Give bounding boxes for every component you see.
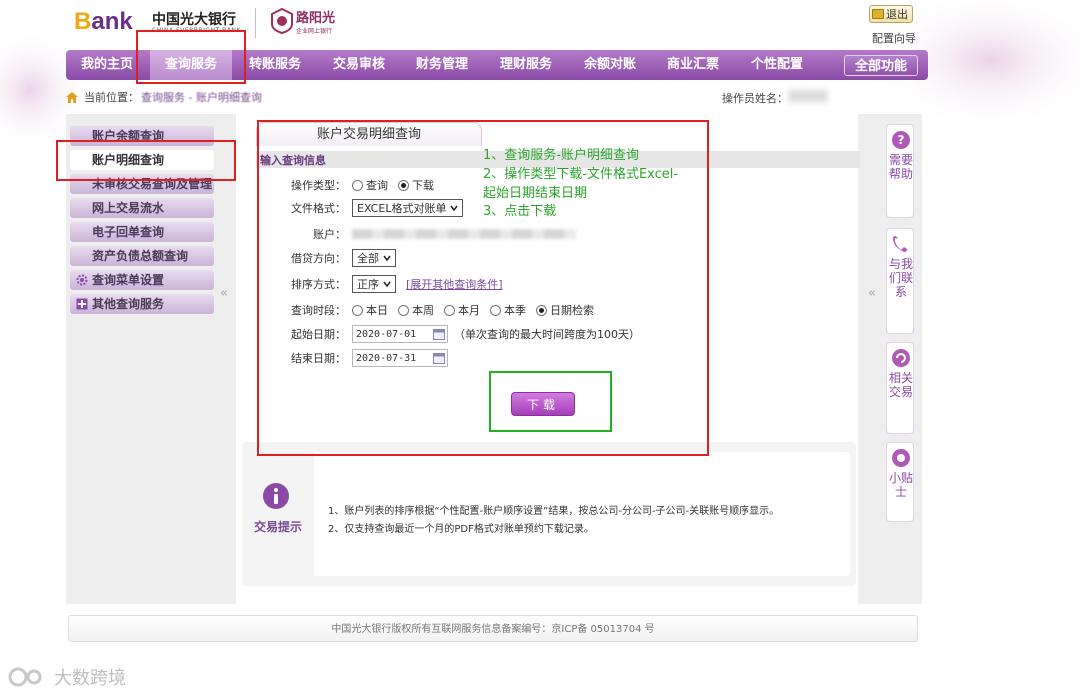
annotation-step-1: 1、查询服务-账户明细查询 [483,148,639,163]
tip-line-2: 2、仅支持查询最近一个月的PDF格式对账单预约下载记录。 [328,524,594,535]
all-functions-button[interactable]: 全部功能 [844,55,918,76]
collapse-right-toggle[interactable]: « [868,286,876,301]
info-icon [263,483,289,509]
logo-divider [255,8,256,38]
annotation-box-download [489,371,612,432]
phone-icon [893,236,907,252]
nav-personal-config[interactable]: 个性配置 [740,50,814,80]
tip-icon [892,449,910,467]
watermark-logo-icon [8,667,42,687]
operator-name-redacted [788,90,828,102]
annotation-box-sidebar [56,140,236,181]
tips-label: 交易提示 [254,520,303,534]
tip-line-1: 1、账户列表的排序根据“个性配置-账户顺序设置”结果，按总公司-分公司-子公司-… [328,506,780,517]
sidebar-item-assets[interactable]: 资产负债总额查询 [70,246,214,266]
question-icon: ? [892,131,910,149]
svg-text:?: ? [898,133,905,147]
nav-home[interactable]: 我的主页 [70,50,144,80]
exit-icon [872,9,884,19]
tips-button[interactable]: 小贴士 [886,442,914,522]
nav-commercial-bill[interactable]: 商业汇票 [656,50,730,80]
related-transactions-button[interactable]: 相关交易 [886,342,914,434]
home-icon[interactable] [66,91,78,103]
annotation-box-nav [136,30,246,84]
tips-panel: 交易提示 1、账户列表的排序根据“个性配置-账户顺序设置”结果，按总公司-分公司… [242,442,856,586]
contact-button[interactable]: 与我们联系 [886,228,914,334]
gear-icon [76,274,88,286]
annotation-step-3: 3、点击下载 [483,204,557,219]
nav-finance[interactable]: 财务管理 [405,50,479,80]
bank-logo: Bank [74,8,133,35]
collapse-left-toggle[interactable]: « [220,286,228,301]
product-name: 路阳光 [296,11,336,26]
nav-balance-reconcile[interactable]: 余额对账 [573,50,647,80]
bank-name-cn: 中国光大银行 [152,12,236,28]
operator-label: 操作员姓名： [722,92,788,105]
annotation-step-2-cont: 起始日期结束日期 [483,186,588,201]
breadcrumb: 当前位置： 查询服务 - 账户明细查询 [66,88,262,106]
nav-review[interactable]: 交易审核 [322,50,396,80]
right-panel: ? 需要帮助 与我们联系 相关交易 小贴士 [882,124,916,602]
watermark: 大数跨境 [8,664,126,690]
nav-transfer[interactable]: 转账服务 [238,50,312,80]
product-subtitle: 企业网上银行 [296,28,333,35]
sidebar-item-menu-settings[interactable]: 查询菜单设置 [70,270,214,290]
config-wizard-link[interactable]: 配置向导 [872,30,916,46]
logout-button[interactable]: 退出 [869,5,913,23]
sidebar-item-online-flow[interactable]: 网上交易流水 [70,198,214,218]
nav-wealth[interactable]: 理财服务 [489,50,563,80]
footer: 中国光大银行版权所有互联网服务信息备案编号：京ICP备 05013704 号 [68,615,918,642]
sunshine-logo-icon [271,8,293,34]
tips-content: 1、账户列表的排序根据“个性配置-账户顺序设置”结果，按总公司-分公司-子公司-… [314,452,850,576]
help-button[interactable]: ? 需要帮助 [886,124,914,218]
refresh-icon [892,349,910,367]
plus-box-icon [76,298,88,310]
annotation-step-2: 2、操作类型下载-文件格式Excel- [483,167,679,182]
sidebar-item-e-receipt[interactable]: 电子回单查询 [70,222,214,242]
sidebar-item-other-query[interactable]: 其他查询服务 [70,294,214,314]
